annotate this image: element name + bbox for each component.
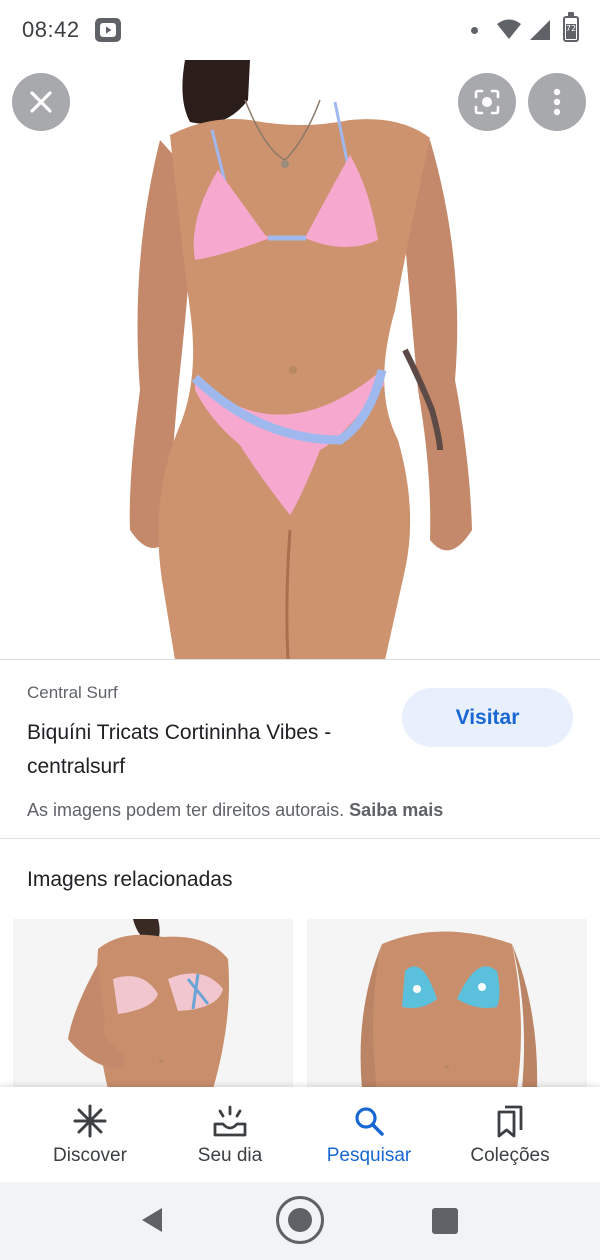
learn-more-link[interactable]: Saiba mais [349,800,443,820]
copyright-text: As imagens podem ter direitos autorais. [27,800,345,820]
back-icon[interactable] [140,1206,164,1239]
nav-colecoes[interactable]: Coleções [435,1087,585,1182]
status-bar: 08:42 72 [0,0,600,60]
more-options-button[interactable] [528,73,586,131]
related-image-card[interactable] [13,919,293,1089]
related-images-heading: Imagens relacionadas [27,868,233,891]
product-title[interactable]: Biquíni Tricats Cortininha Vibes - centr… [27,716,387,784]
related-image-card[interactable] [307,919,587,1089]
system-navigation-bar [0,1182,600,1260]
main-image[interactable] [0,60,600,660]
bookmarks-icon [490,1101,530,1141]
nav-pesquisar[interactable]: Pesquisar [294,1087,444,1182]
battery-level: 72 [565,24,577,33]
close-icon [30,91,52,113]
close-button[interactable] [12,73,70,131]
asterisk-icon [70,1101,110,1141]
status-time: 08:42 [22,17,80,42]
wifi-icon [496,18,522,45]
blue-floral-bikini-photo [307,919,587,1089]
notification-dot-icon [471,27,478,34]
nav-label: Discover [53,1145,127,1166]
divider [0,838,600,839]
recents-icon[interactable] [432,1208,458,1234]
pink-floral-bikini-photo [13,919,293,1089]
sunrise-icon [210,1101,250,1141]
nav-seu-dia[interactable]: Seu dia [155,1087,305,1182]
visit-button[interactable]: Visitar [402,688,573,747]
nav-label: Coleções [470,1145,550,1166]
pink-bikini-product-photo [0,60,600,659]
bottom-navigation: Discover Seu dia Pesquisar Coleções [0,1087,600,1182]
search-icon [349,1101,389,1141]
battery-icon: 72 [563,12,579,42]
more-vert-icon [553,88,561,116]
home-icon[interactable] [276,1196,324,1244]
cell-signal-icon [529,19,551,46]
nav-label: Seu dia [197,1145,263,1166]
source-name[interactable]: Central Surf [27,683,118,703]
copyright-notice: As imagens podem ter direitos autorais. … [27,800,443,821]
nav-label: Pesquisar [326,1145,412,1166]
google-lens-icon [474,89,500,115]
nav-discover[interactable]: Discover [15,1087,165,1182]
google-lens-button[interactable] [458,73,516,131]
youtube-app-icon [95,18,121,42]
